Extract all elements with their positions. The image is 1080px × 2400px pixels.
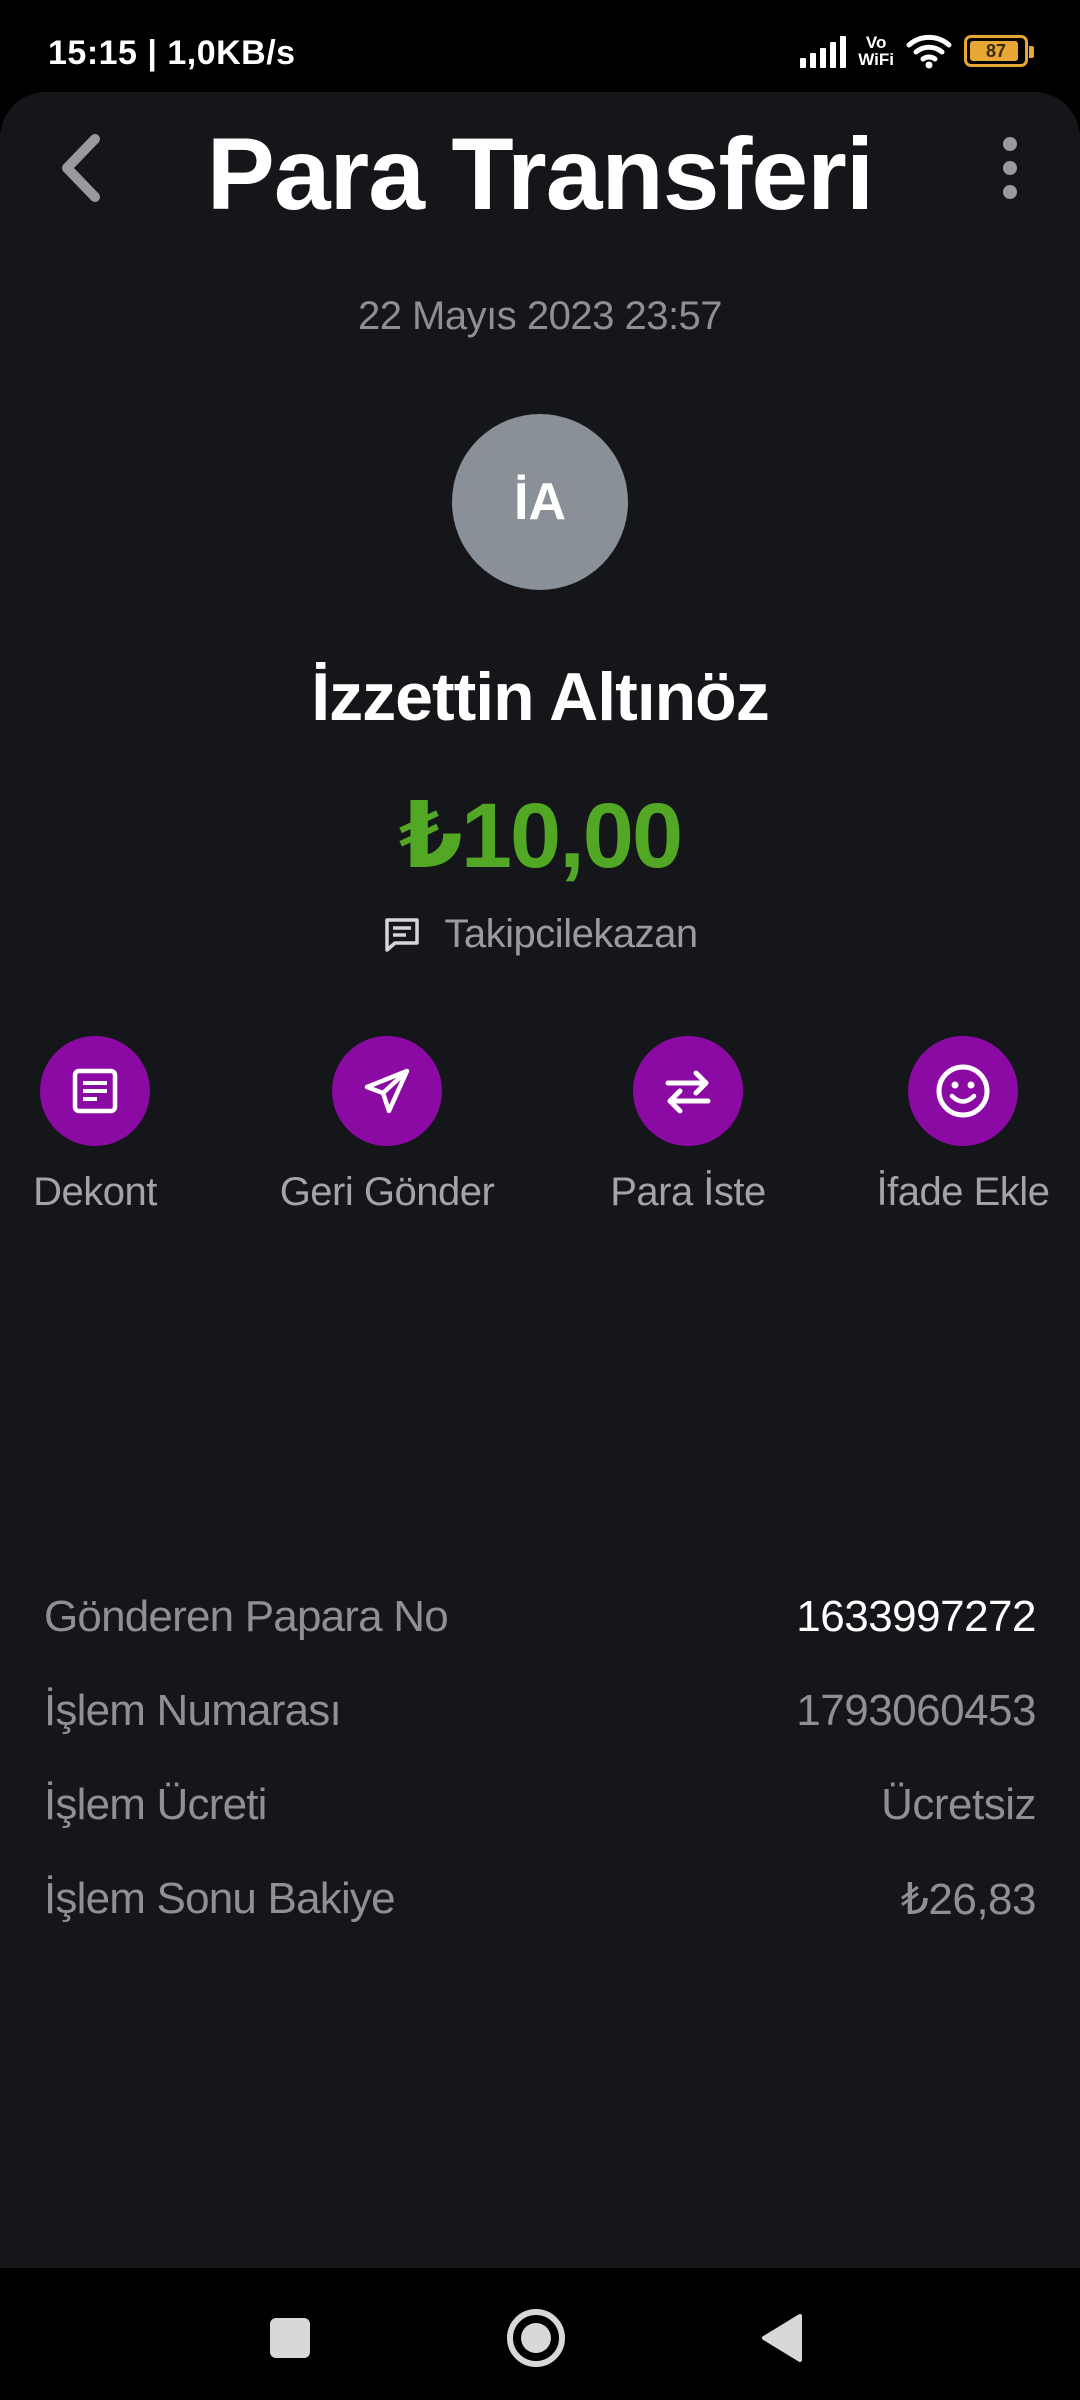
- more-vertical-dot: [1003, 185, 1017, 199]
- signal-icon: [800, 34, 847, 68]
- more-vertical-dot: [1003, 161, 1017, 175]
- status-time: 15:15 | 1,0KB/s: [48, 34, 296, 72]
- swap-arrows-icon: [665, 1070, 711, 1114]
- request-money-button-circle[interactable]: [633, 1036, 743, 1146]
- system-nav-bar: [0, 2268, 1080, 2400]
- comment-icon: [385, 917, 420, 952]
- send-again-button-circle[interactable]: [332, 1036, 442, 1146]
- battery-icon: 87: [964, 35, 1034, 67]
- detail-row-sender-no: Gönderen Papara No 1633997272: [44, 1570, 1036, 1664]
- send-icon: [364, 1068, 410, 1114]
- battery-tip: [1029, 46, 1034, 58]
- detail-row-final-balance: İşlem Sonu Bakiye ₺26,83: [44, 1852, 1037, 1946]
- recents-button[interactable]: [250, 2298, 330, 2378]
- send-again-button[interactable]: Geri Gönder: [277, 1036, 497, 1215]
- more-options-button[interactable]: [970, 128, 1050, 208]
- add-reaction-button[interactable]: İfade Ekle: [853, 1036, 1073, 1215]
- detail-label: İşlem Sonu Bakiye: [44, 1874, 396, 1923]
- vowifi-top-text: Vo: [865, 33, 887, 52]
- transfer-note: Takipcilekazan: [0, 912, 1080, 957]
- note-text: Takipcilekazan: [444, 912, 698, 956]
- battery-level: 87: [985, 40, 1007, 61]
- smiley-icon: [936, 1064, 990, 1118]
- avatar: İA: [452, 414, 628, 590]
- recipient-name: İzzettin Altınöz: [311, 659, 769, 735]
- request-money-button-label: Para İste: [610, 1170, 766, 1214]
- more-vertical-icon: [1003, 137, 1017, 151]
- add-reaction-button-circle[interactable]: [908, 1036, 1018, 1146]
- transaction-details: Gönderen Papara No 1633997272 İşlem Numa…: [44, 1570, 1037, 1946]
- receipt-icon: [72, 1068, 118, 1114]
- request-money-button[interactable]: Para İste: [578, 1036, 798, 1215]
- wifi-icon: [906, 34, 952, 69]
- vowifi-icon: Vo WiFi: [858, 34, 894, 68]
- detail-label: İşlem Numarası: [44, 1686, 342, 1735]
- receipt-button-circle[interactable]: [40, 1036, 150, 1146]
- status-bar: 15:15 | 1,0KB/s Vo WiFi 87: [0, 0, 1080, 92]
- detail-row-transaction-no: İşlem Numarası 1793060453: [44, 1664, 1036, 1758]
- page-title: Para Transferi: [206, 117, 874, 231]
- home-button[interactable]: [496, 2298, 576, 2378]
- transaction-date: 22 Mayıs 2023 23:57: [357, 294, 723, 338]
- send-again-button-label: Geri Gönder: [279, 1170, 495, 1214]
- vowifi-bottom-text: WiFi: [858, 50, 894, 69]
- detail-label: İşlem Ücreti: [44, 1780, 267, 1829]
- detail-value: 1633997272: [796, 1592, 1036, 1641]
- action-buttons: Dekont Geri Gönder Para İste İfade Ekle: [0, 1036, 1080, 1236]
- detail-value: 1793060453: [796, 1686, 1036, 1735]
- transfer-detail-screen: Para Transferi 22 Mayıs 2023 23:57 İA İz…: [0, 92, 1080, 2268]
- recents-square-icon: [270, 2318, 310, 2358]
- nav-back-button[interactable]: [742, 2298, 822, 2378]
- receipt-button-label: Dekont: [33, 1170, 157, 1214]
- detail-label: Gönderen Papara No: [44, 1592, 449, 1641]
- transfer-amount: ₺10,00: [398, 785, 683, 887]
- avatar-initials: İA: [514, 473, 566, 531]
- detail-value: Ücretsiz: [881, 1780, 1036, 1829]
- detail-value: ₺26,83: [900, 1874, 1037, 1924]
- status-icons: Vo WiFi 87: [800, 28, 1034, 74]
- detail-row-fee: İşlem Ücreti Ücretsiz: [44, 1758, 1036, 1852]
- add-reaction-button-label: İfade Ekle: [876, 1170, 1050, 1214]
- back-triangle-icon: [762, 2314, 802, 2362]
- home-circle-icon: [507, 2309, 565, 2367]
- receipt-button[interactable]: Dekont: [0, 1036, 205, 1215]
